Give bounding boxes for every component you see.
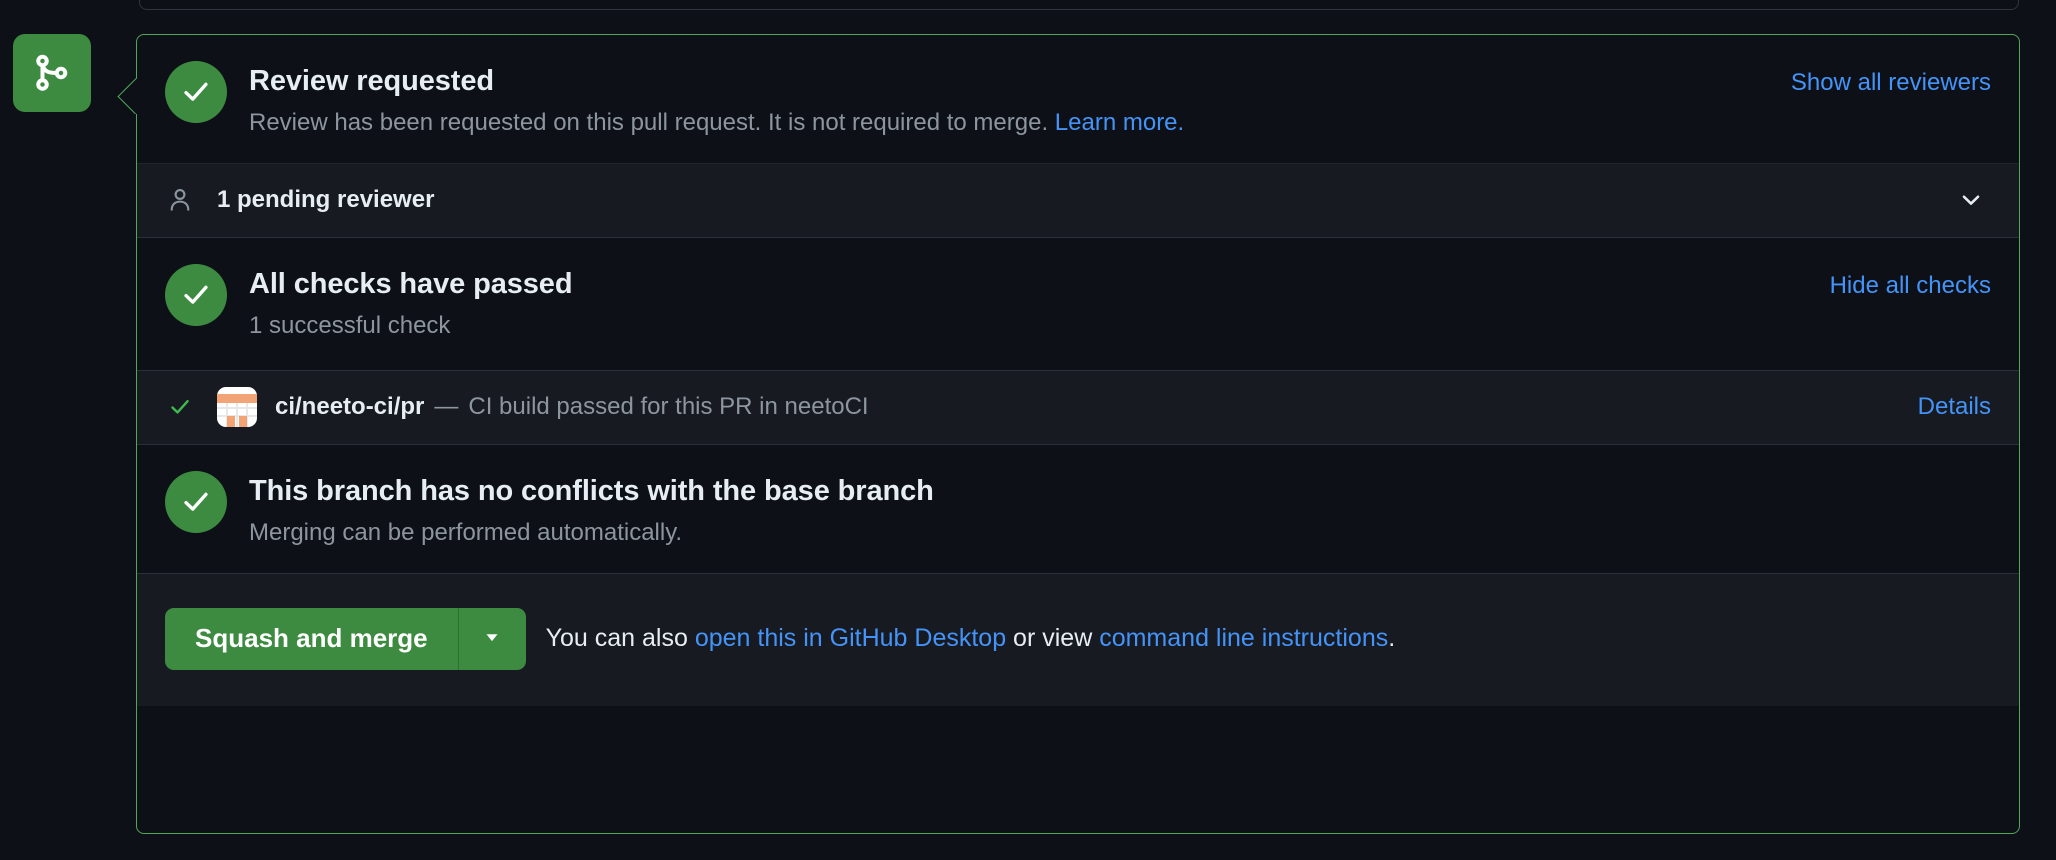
conflicts-section: This branch has no conflicts with the ba… [137,443,2019,573]
pending-reviewer-row[interactable]: 1 pending reviewer [137,162,2019,237]
review-description-text: Review has been requested on this pull r… [249,109,1055,137]
merge-box: Review requested Review has been request… [136,34,2020,834]
review-requested-text: Review requested Review has been request… [249,59,1771,141]
checks-subtitle: 1 successful check [249,312,451,340]
review-requested-title: Review requested [249,65,494,97]
conflicts-title: This branch has no conflicts with the ba… [249,474,934,507]
conflicts-text: This branch has no conflicts with the ba… [249,469,1991,551]
footer-note-prefix: You can also [545,624,695,653]
conflicts-subtitle: Merging can be performed automatically. [249,518,683,546]
check-circle-icon [165,61,227,123]
command-line-instructions-link[interactable]: command line instructions [1099,624,1388,652]
merge-state-badge [13,34,91,112]
check-name[interactable]: ci/neeto-ci/pr [275,393,424,421]
check-icon [165,394,195,420]
open-in-github-desktop-link[interactable]: open this in GitHub Desktop [695,624,1006,652]
check-details-link[interactable]: Details [1918,393,1991,421]
chevron-down-icon[interactable] [1951,180,1991,220]
check-separator: — [434,393,459,421]
show-all-reviewers-link[interactable]: Show all reviewers [1791,59,1991,97]
review-requested-section: Review requested Review has been request… [137,35,2019,237]
neetoci-logo-icon [217,387,257,428]
merge-action-footer: Squash and merge You can also open this … [137,572,2019,706]
review-requested-row: Review requested Review has been request… [137,35,2019,163]
checks-section: All checks have passed 1 successful chec… [137,236,2019,444]
check-circle-icon [165,263,227,326]
footer-note-suffix: . [1388,624,1396,653]
merge-method-dropdown-button[interactable] [457,607,526,670]
footer-note-middle: or view [1006,624,1100,653]
check-description: CI build passed for this PR in neetoCI [468,393,869,421]
person-icon [165,187,195,213]
checks-summary-text: All checks have passed 1 successful chec… [249,262,1810,344]
hide-all-checks-link[interactable]: Hide all checks [1830,262,1991,300]
check-item-row: ci/neeto-ci/pr — CI build passed for thi… [137,369,2019,444]
conflicts-row: This branch has no conflicts with the ba… [137,445,2019,573]
caret-down-icon [481,626,503,651]
pull-request-merge-box-page: Review requested Review has been request… [0,0,2056,860]
checks-title: All checks have passed [249,267,573,300]
squash-and-merge-button[interactable]: Squash and merge [165,607,458,670]
merge-footer-note: You can also open this in GitHub Desktop… [546,624,1396,653]
review-requested-description: Review has been requested on this pull r… [249,106,1771,141]
check-circle-icon [165,470,227,533]
pending-reviewer-label: 1 pending reviewer [217,186,435,214]
checks-summary-row: All checks have passed 1 successful chec… [137,238,2019,370]
merge-box-pointer [111,78,139,114]
previous-timeline-card [139,0,2019,10]
git-merge-icon [32,53,72,93]
learn-more-link[interactable]: Learn more. [1055,109,1184,136]
merge-split-button: Squash and merge [165,607,526,670]
